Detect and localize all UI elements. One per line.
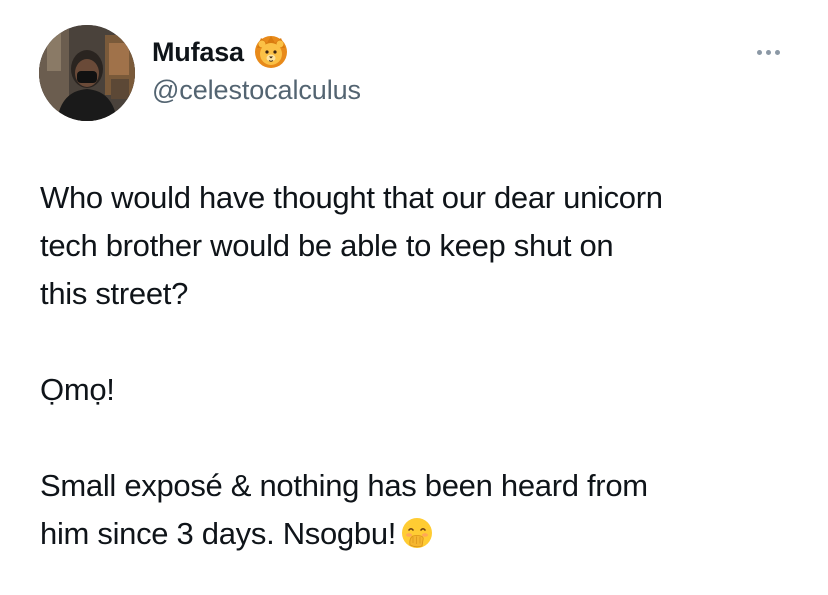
dot — [765, 49, 771, 55]
dot — [756, 49, 762, 55]
tweet-line: Small exposé & nothing has been heard fr… — [40, 468, 648, 503]
lion-face-icon — [253, 34, 289, 70]
avatar-photo — [39, 25, 135, 121]
dot — [774, 49, 780, 55]
paragraph-break — [40, 414, 810, 462]
tweet-line: him since 3 days. Nsogbu! — [40, 510, 810, 558]
author-name-row: Mufasa — [152, 33, 289, 71]
tweet-line: Who would have thought that our dear uni… — [40, 180, 663, 215]
author-handle[interactable]: @celestocalculus — [152, 75, 361, 106]
tweet-line: this street? — [40, 276, 189, 311]
display-name[interactable]: Mufasa — [152, 37, 244, 68]
tweet-card: Mufasa @celestocalculus Who would have t… — [0, 0, 828, 595]
paragraph-break — [40, 318, 810, 366]
avatar[interactable] — [39, 25, 135, 121]
tweet-line: Ọmọ! — [40, 372, 115, 407]
more-options-icon[interactable] — [748, 38, 788, 66]
tweet-line-text: him since 3 days. Nsogbu! — [40, 516, 397, 551]
tweet-line: tech brother would be able to keep shut … — [40, 228, 614, 263]
tweet-text: Who would have thought that our dear uni… — [40, 174, 810, 558]
face-with-hand-over-mouth-icon — [400, 516, 434, 550]
